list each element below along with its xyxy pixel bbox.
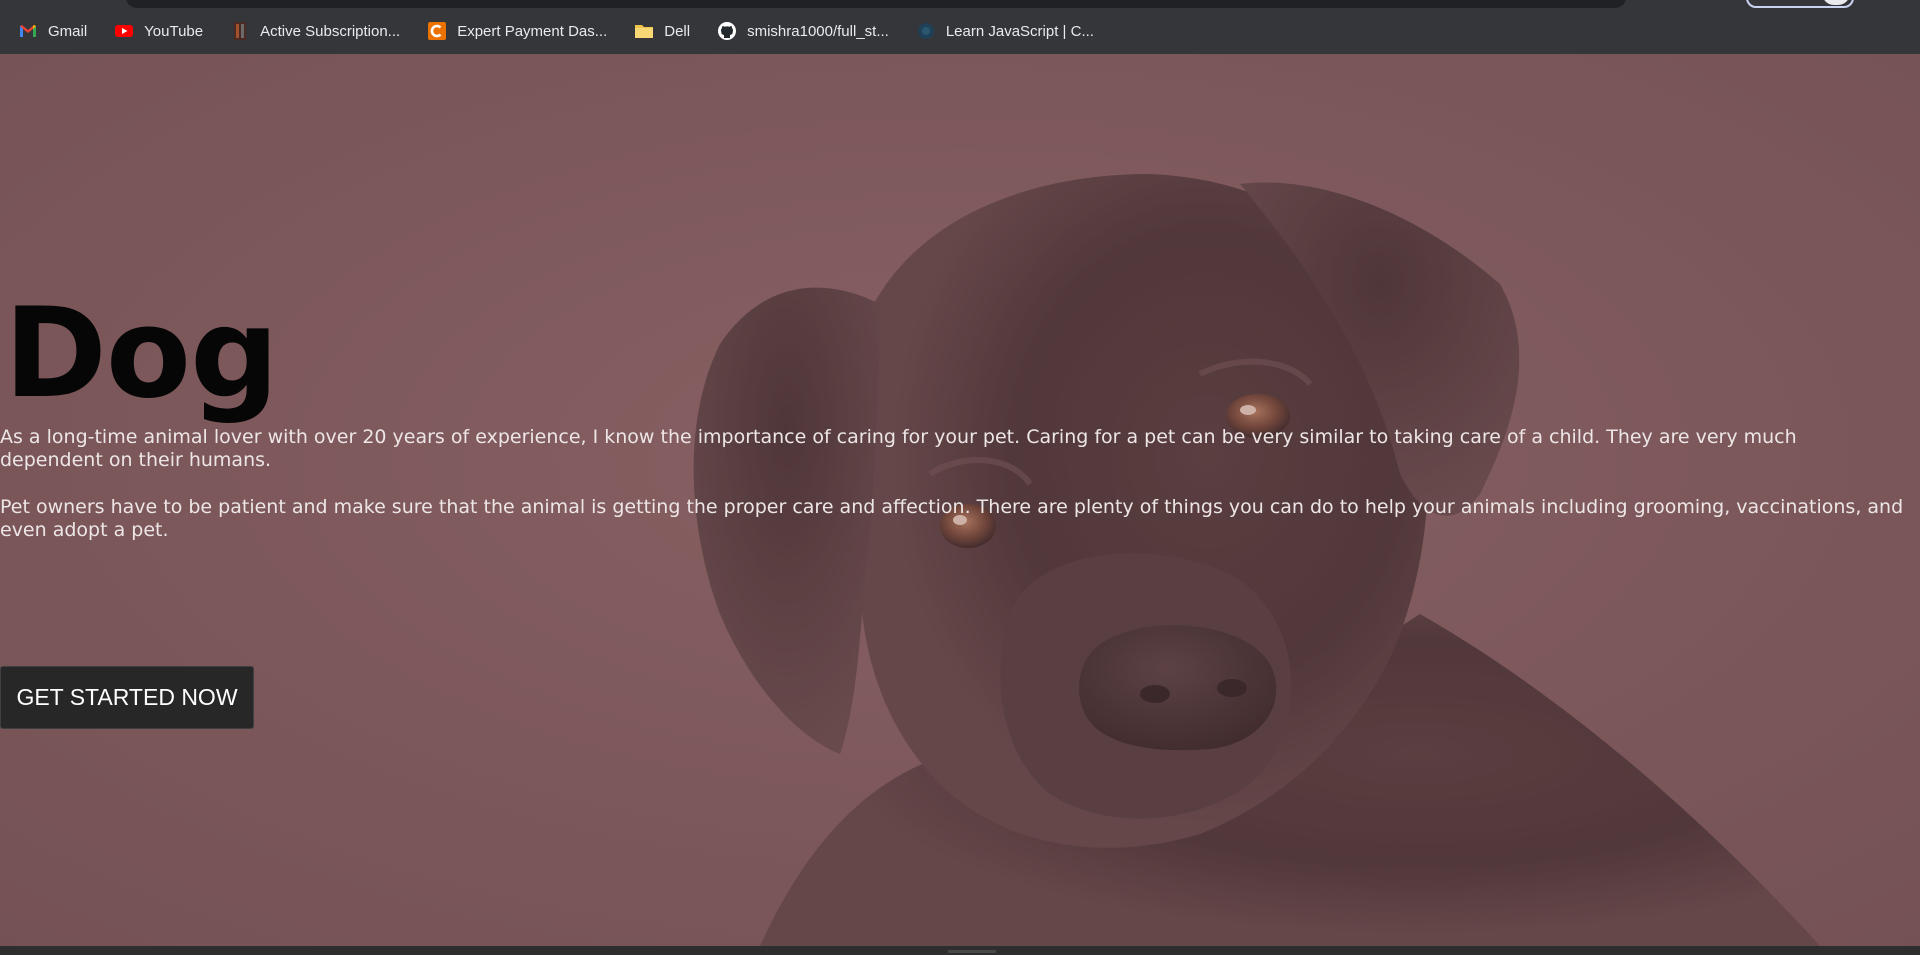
bookmark-gmail[interactable]: Gmail (0, 19, 96, 43)
youtube-icon (114, 21, 134, 41)
get-started-button[interactable]: GET STARTED NOW (0, 666, 254, 729)
bookmark-youtube[interactable]: YouTube (96, 19, 212, 43)
hero-section: Dog As a long-time animal lover with ove… (0, 54, 1920, 946)
bookmark-label: YouTube (144, 22, 204, 40)
gmail-icon (18, 21, 38, 41)
bottom-bar (0, 946, 1920, 955)
bookmark-dell[interactable]: Dell (616, 19, 699, 43)
browser-toolbar: Gmail YouTube Active Subscription... Exp… (0, 0, 1920, 54)
bookmark-favicon (230, 21, 250, 41)
bookmark-label: Gmail (48, 22, 88, 40)
bookmark-expert-payment[interactable]: Expert Payment Das... (409, 19, 616, 43)
chegg-icon (427, 21, 447, 41)
bookmark-label: Learn JavaScript | C... (945, 22, 1094, 40)
profile-avatar (1822, 0, 1850, 5)
bookmark-label: Active Subscription... (260, 22, 401, 40)
bookmark-label: smishra1000/full_st... (747, 22, 889, 40)
bookmark-learn-javascript[interactable]: Learn JavaScript | C... (898, 19, 1103, 43)
bookmark-github[interactable]: smishra1000/full_st... (699, 19, 898, 43)
bookmark-active-subscriptions[interactable]: Active Subscription... (212, 19, 409, 43)
profile-button[interactable] (1746, 0, 1854, 8)
intro-paragraph: Pet owners have to be patient and make s… (0, 496, 1904, 541)
bookmarks-bar: Gmail YouTube Active Subscription... Exp… (0, 19, 1920, 43)
intro-paragraph: As a long-time animal lover with over 20… (0, 426, 1797, 471)
page-viewport: Dog As a long-time animal lover with ove… (0, 54, 1920, 946)
bookmark-label: Expert Payment Das... (457, 22, 608, 40)
scroll-handle[interactable] (948, 950, 996, 953)
folder-icon (634, 21, 654, 41)
codecademy-icon (916, 21, 936, 41)
page-title: Dog (4, 282, 279, 426)
github-icon (717, 21, 737, 41)
bookmark-label: Dell (664, 22, 691, 40)
address-bar[interactable] (126, 0, 1626, 8)
